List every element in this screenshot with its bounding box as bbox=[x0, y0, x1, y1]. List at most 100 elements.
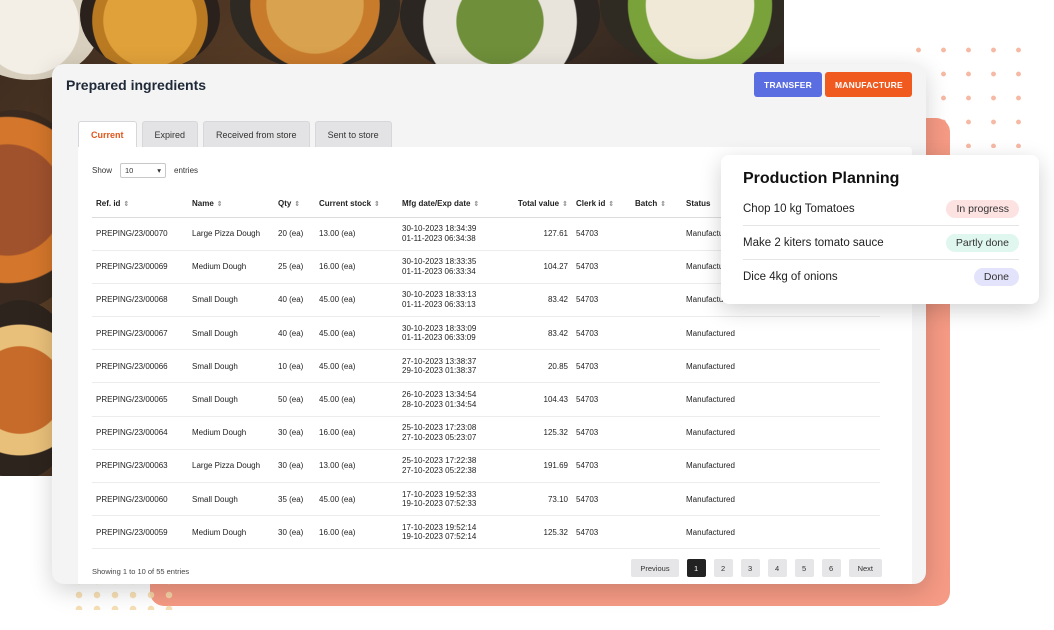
cell-mfg-exp-date: 27-10-2023 13:38:37 29-10-2023 01:38:37 bbox=[398, 349, 500, 384]
page-button-2[interactable]: 2 bbox=[713, 559, 733, 577]
next-page-button[interactable]: Next bbox=[848, 559, 882, 577]
cell-current-stock: 16.00 (ea) bbox=[315, 416, 398, 450]
previous-page-button[interactable]: Previous bbox=[631, 559, 679, 577]
col-total-value-label: Total value bbox=[517, 199, 560, 209]
mfg-date: 26-10-2023 13:34:54 bbox=[402, 390, 477, 400]
cell-mfg-exp-date: 30-10-2023 18:34:39 01-11-2023 06:34:38 bbox=[398, 217, 500, 251]
cell-total-value: 20.85 bbox=[500, 349, 572, 384]
tab-current[interactable]: Current bbox=[78, 121, 137, 147]
page-button-3[interactable]: 3 bbox=[740, 559, 760, 577]
cell-name: Small Dough bbox=[188, 283, 274, 318]
table-row[interactable]: PREPING/23/00066 Small Dough 10 (ea) 45.00 … bbox=[92, 349, 880, 384]
exp-date: 27-10-2023 05:22:38 bbox=[402, 465, 477, 475]
cell-qty: 10 (ea) bbox=[274, 349, 315, 384]
table-row[interactable]: PREPING/23/00064 Medium Dough 30 (ea) 16.00… bbox=[92, 416, 880, 450]
table-row[interactable]: PREPING/23/00063 Large Pizza Dough 30 (ea)… bbox=[92, 449, 880, 484]
mfg-date: 25-10-2023 17:22:38 bbox=[402, 456, 477, 466]
page-title: Prepared ingredients bbox=[66, 77, 207, 93]
sort-icon: ⇕ bbox=[608, 201, 615, 209]
cell-status: Manufactured bbox=[682, 382, 880, 417]
col-current-stock[interactable]: Current stock ⇕ bbox=[315, 191, 398, 218]
chevron-down-icon: ▾ bbox=[157, 166, 162, 175]
cell-status: Manufactured bbox=[682, 482, 880, 517]
exp-date: 01-11-2023 06:33:13 bbox=[402, 299, 476, 309]
planning-task[interactable]: Chop 10 kg Tomatoes In progress bbox=[743, 192, 1019, 226]
cell-total-value: 83.42 bbox=[500, 283, 572, 318]
exp-date: 01-11-2023 06:33:09 bbox=[402, 333, 476, 343]
transfer-button[interactable]: TRANSFER bbox=[754, 72, 822, 97]
planning-task[interactable]: Dice 4kg of onions Done bbox=[743, 260, 1019, 294]
cell-clerk-id: 54703 bbox=[572, 416, 631, 450]
stage: Prepared ingredients TRANSFER MANUFACTUR… bbox=[0, 0, 1054, 630]
pagination: Previous 1 2 3 4 5 6 Next bbox=[631, 559, 882, 577]
tab-bar: Current Expired Received from store Sent… bbox=[78, 121, 392, 147]
page-button-6[interactable]: 6 bbox=[821, 559, 841, 577]
manufacture-button[interactable]: MANUFACTURE bbox=[825, 72, 912, 97]
cell-current-stock: 13.00 (ea) bbox=[315, 449, 398, 484]
table-row[interactable]: PREPING/23/00059 Medium Dough 30 (ea) 16.00… bbox=[92, 515, 880, 550]
cell-mfg-exp-date: 17-10-2023 19:52:33 19-10-2023 07:52:33 bbox=[398, 482, 500, 517]
cell-batch bbox=[631, 382, 682, 417]
cell-clerk-id: 54703 bbox=[572, 283, 631, 318]
col-clerk-id[interactable]: Clerk id ⇕ bbox=[572, 191, 631, 218]
sort-icon: ⇕ bbox=[562, 201, 568, 209]
mfg-date: 30-10-2023 18:34:39 bbox=[402, 224, 477, 234]
exp-date: 01-11-2023 06:33:34 bbox=[402, 266, 476, 276]
col-total-value[interactable]: Total value ⇕ bbox=[500, 191, 572, 218]
exp-date: 01-11-2023 06:34:38 bbox=[402, 233, 476, 243]
cell-status: Manufactured bbox=[682, 349, 880, 384]
entries-select-value: 10 bbox=[125, 166, 134, 175]
cell-ref-id: PREPING/23/00066 bbox=[92, 349, 188, 384]
cell-name: Medium Dough bbox=[188, 250, 274, 284]
cell-mfg-exp-date: 26-10-2023 13:34:54 28-10-2023 01:34:54 bbox=[398, 382, 500, 417]
tab-expired[interactable]: Expired bbox=[141, 121, 199, 147]
table-row[interactable]: PREPING/23/00067 Small Dough 40 (ea) 45.00 … bbox=[92, 316, 880, 351]
cell-batch bbox=[631, 349, 682, 384]
col-mfg-exp-date[interactable]: Mfg date/Exp date ⇕ bbox=[398, 191, 500, 218]
cell-mfg-exp-date: 30-10-2023 18:33:09 01-11-2023 06:33:09 bbox=[398, 316, 500, 351]
cell-ref-id: PREPING/23/00067 bbox=[92, 316, 188, 351]
cell-batch bbox=[631, 217, 682, 251]
exp-date: 19-10-2023 07:52:33 bbox=[402, 499, 477, 509]
production-planning-card: Production Planning Chop 10 kg Tomatoes … bbox=[721, 155, 1039, 304]
cell-ref-id: PREPING/23/00059 bbox=[92, 515, 188, 550]
cell-clerk-id: 54703 bbox=[572, 250, 631, 284]
table-row[interactable]: PREPING/23/00065 Small Dough 50 (ea) 45.00 … bbox=[92, 382, 880, 417]
cell-name: Small Dough bbox=[188, 316, 274, 351]
cell-mfg-exp-date: 25-10-2023 17:23:08 27-10-2023 05:23:07 bbox=[398, 416, 500, 450]
cell-clerk-id: 54703 bbox=[572, 515, 631, 550]
status-badge: Done bbox=[973, 268, 1019, 286]
cell-name: Large Pizza Dough bbox=[188, 217, 274, 251]
col-batch-label: Batch bbox=[635, 199, 658, 209]
col-ref-id[interactable]: Ref. id ⇕ bbox=[92, 191, 188, 218]
mfg-date: 30-10-2023 18:33:13 bbox=[402, 290, 477, 300]
page-button-5[interactable]: 5 bbox=[794, 559, 814, 577]
cell-name: Small Dough bbox=[188, 482, 274, 517]
col-status-label: Status bbox=[686, 199, 711, 209]
planning-task[interactable]: Make 2 kiters tomato sauce Partly done bbox=[743, 226, 1019, 260]
cell-qty: 40 (ea) bbox=[274, 316, 315, 351]
col-name-label: Name bbox=[192, 199, 214, 209]
tab-sent-to-store[interactable]: Sent to store bbox=[314, 121, 392, 147]
cell-mfg-exp-date: 25-10-2023 17:22:38 27-10-2023 05:22:38 bbox=[398, 449, 500, 484]
entries-select[interactable]: 10 ▾ bbox=[120, 163, 167, 178]
cell-name: Medium Dough bbox=[188, 515, 274, 550]
cell-qty: 50 (ea) bbox=[274, 382, 315, 417]
cell-ref-id: PREPING/23/00060 bbox=[92, 482, 188, 517]
col-batch[interactable]: Batch ⇕ bbox=[631, 191, 682, 218]
col-qty[interactable]: Qty ⇕ bbox=[274, 191, 315, 218]
col-name[interactable]: Name ⇕ bbox=[188, 191, 274, 218]
cell-ref-id: PREPING/23/00068 bbox=[92, 283, 188, 318]
cell-status: Manufactured bbox=[682, 316, 880, 351]
tab-received-from-store[interactable]: Received from store bbox=[203, 121, 310, 147]
cell-total-value: 104.43 bbox=[500, 382, 572, 417]
cell-ref-id: PREPING/23/00069 bbox=[92, 250, 188, 284]
planning-task-label: Make 2 kiters tomato sauce bbox=[743, 236, 884, 249]
cell-clerk-id: 54703 bbox=[572, 482, 631, 517]
page-button-4[interactable]: 4 bbox=[767, 559, 787, 577]
page-button-1[interactable]: 1 bbox=[686, 559, 706, 577]
planning-title: Production Planning bbox=[743, 170, 900, 187]
table-info: Showing 1 to 10 of 55 entries bbox=[92, 567, 190, 576]
cell-total-value: 125.32 bbox=[500, 416, 572, 450]
table-row[interactable]: PREPING/23/00060 Small Dough 35 (ea) 45.00 … bbox=[92, 482, 880, 517]
